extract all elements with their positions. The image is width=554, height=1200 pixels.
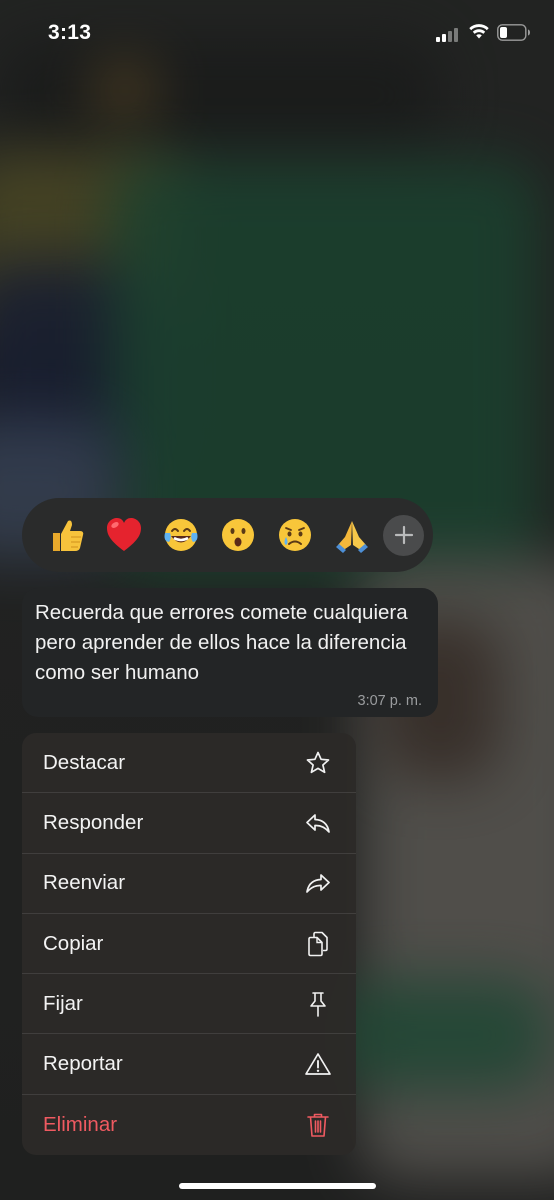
menu-item-reportar[interactable]: Reportar: [22, 1034, 356, 1095]
wifi-icon: [468, 22, 490, 40]
status-bar: 3:13: [0, 0, 554, 70]
menu-item-label: Copiar: [43, 931, 104, 955]
warning-icon: [304, 1050, 332, 1078]
menu-item-reenviar[interactable]: Reenviar: [22, 854, 356, 914]
menu-item-copiar[interactable]: Copiar: [22, 914, 356, 975]
menu-item-destacar[interactable]: Destacar: [22, 733, 356, 794]
menu-item-eliminar[interactable]: Eliminar: [22, 1095, 356, 1155]
menu-item-label: Responder: [43, 810, 144, 834]
cellular-signal-icon: [436, 26, 462, 42]
menu-item-label: Reenviar: [43, 871, 126, 895]
menu-item-label: Eliminar: [43, 1112, 118, 1136]
menu-item-label: Destacar: [43, 750, 126, 774]
trash-icon: [304, 1111, 332, 1139]
message-text: Recuerda que errores comete cualquiera p…: [35, 601, 408, 684]
reaction-red-heart[interactable]: [95, 507, 152, 564]
pin-icon: [304, 990, 332, 1018]
reaction-open-mouth[interactable]: [209, 507, 266, 564]
menu-item-responder[interactable]: Responder: [22, 793, 356, 854]
menu-item-label: Reportar: [43, 1052, 123, 1076]
copy-icon: [304, 930, 332, 958]
reply-icon: [304, 809, 332, 837]
reaction-bar: [22, 498, 433, 572]
home-indicator[interactable]: [179, 1183, 376, 1189]
menu-item-label: Fijar: [43, 991, 83, 1015]
add-reaction-button[interactable]: [383, 514, 424, 556]
message-context-menu: Destacar Responder Reenviar Copiar Fijar…: [22, 733, 356, 1155]
plus-icon: [394, 525, 413, 545]
message-timestamp: 3:07 p. m.: [357, 693, 422, 709]
reaction-folded-hands[interactable]: [323, 507, 380, 564]
menu-item-fijar[interactable]: Fijar: [22, 974, 356, 1035]
reaction-tears-of-joy[interactable]: [152, 507, 209, 564]
forward-icon: [304, 869, 332, 897]
battery-icon: [497, 24, 531, 41]
message-bubble[interactable]: Recuerda que errores comete cualquiera p…: [22, 588, 438, 717]
status-time: 3:13: [48, 21, 92, 44]
reaction-thumbs-up[interactable]: [38, 507, 95, 564]
reaction-crying-face[interactable]: [266, 507, 323, 564]
star-icon: [304, 749, 332, 777]
